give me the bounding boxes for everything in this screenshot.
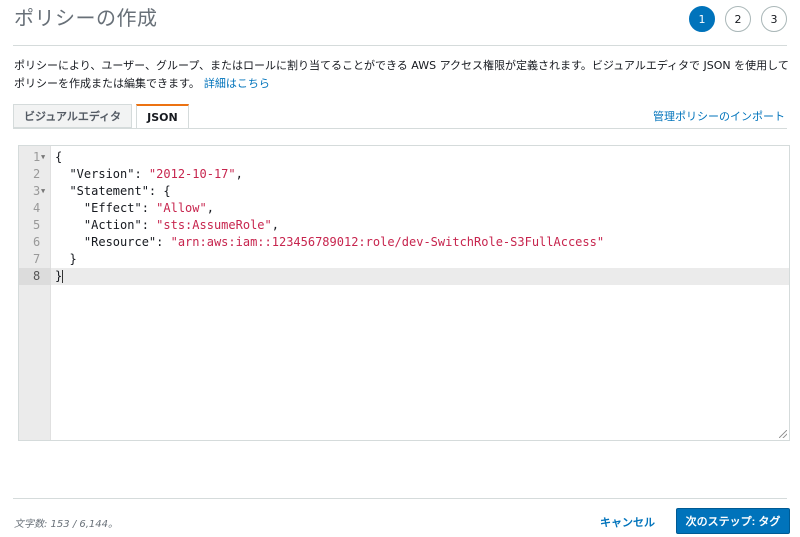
policy-description: ポリシーにより、ユーザー、グループ、またはロールに割り当てることができる AWS… (14, 57, 789, 93)
header-divider (13, 45, 787, 46)
editor-tabs: ビジュアルエディタ JSON (13, 104, 189, 129)
line-number: 8 (19, 268, 51, 285)
step-1[interactable]: 1 (689, 6, 715, 32)
code-line: "Version": "2012-10-17", (55, 167, 243, 181)
line-numbers: 1 ▼ 2 3 ▼ 4 5 6 7 8 (19, 149, 51, 285)
line-number: 6 (33, 235, 41, 249)
character-count: 文字数: 153 / 6,144。 (14, 519, 118, 530)
import-managed-policy-link[interactable]: 管理ポリシーのインポート (653, 108, 785, 124)
page-title: ポリシーの作成 (14, 6, 158, 30)
line-number: 4 (33, 201, 41, 215)
line-number: 2 (33, 167, 41, 181)
fold-arrow-icon[interactable]: ▼ (41, 183, 45, 200)
code-area[interactable]: { "Version": "2012-10-17", "Statement": … (51, 149, 789, 285)
line-number: 7 (33, 252, 41, 266)
json-editor[interactable]: 1 ▼ 2 3 ▼ 4 5 6 7 8 { "Version": "2012-10-… (18, 145, 790, 441)
line-number: 1 ▼ (33, 149, 46, 166)
code-line: "Resource": "arn:aws:iam::123456789012:r… (55, 235, 605, 249)
tab-json[interactable]: JSON (136, 104, 189, 129)
code-line: "Statement": { (55, 184, 171, 198)
text-cursor (62, 270, 64, 283)
line-number: 3 ▼ (33, 183, 46, 200)
step-3[interactable]: 3 (761, 6, 787, 32)
learn-more-link[interactable]: 詳細はこちら (204, 77, 270, 90)
description-text: ポリシーにより、ユーザー、グループ、またはロールに割り当てることができる AWS… (14, 59, 789, 90)
next-step-tags-button[interactable]: 次のステップ: タグ (676, 508, 790, 534)
step-indicator: 1 2 3 (689, 6, 787, 32)
code-line: "Effect": "Allow", (55, 201, 214, 215)
footer-divider (13, 498, 787, 499)
line-number: 5 (33, 218, 41, 232)
code-line: { (55, 150, 63, 164)
fold-arrow-icon[interactable]: ▼ (41, 149, 45, 166)
code-line-active: } (51, 268, 789, 285)
tabs-divider (13, 128, 787, 129)
cancel-button[interactable]: キャンセル (600, 514, 655, 530)
code-line: "Action": "sts:AssumeRole", (55, 218, 279, 232)
step-2[interactable]: 2 (725, 6, 751, 32)
code-line: } (55, 252, 77, 266)
resize-handle-icon[interactable] (779, 430, 787, 438)
tab-visual-editor[interactable]: ビジュアルエディタ (13, 104, 133, 128)
